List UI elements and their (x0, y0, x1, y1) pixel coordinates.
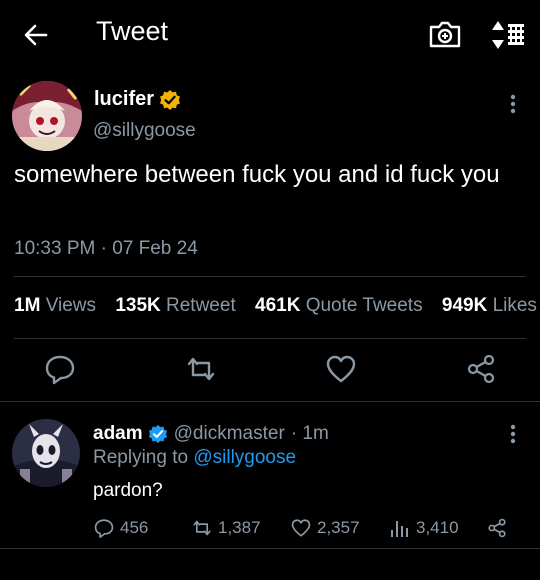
views-icon (391, 521, 408, 537)
more-options-icon[interactable] (504, 92, 522, 116)
reply-avatar[interactable] (12, 419, 80, 487)
reply-like-button[interactable]: 2,357 (290, 516, 360, 540)
like-icon[interactable] (324, 352, 358, 386)
replying-to: Replying to @sillygoose (93, 447, 296, 469)
reply-author-name[interactable]: adam (93, 423, 143, 445)
retweet-count: 1,387 (218, 518, 261, 537)
reply-count: 456 (120, 518, 149, 537)
verified-badge-icon (148, 424, 167, 444)
replying-to-label: Replying to (93, 447, 189, 468)
sort-icon[interactable] (490, 18, 526, 52)
reply-icon (94, 519, 114, 538)
tweet-text: somewhere between fuck you and id fuck y… (14, 161, 500, 188)
reply-time: · 1m (290, 423, 329, 444)
stat-views[interactable]: 1M Views (14, 295, 96, 316)
reply-reply-button[interactable]: 456 (93, 516, 148, 540)
back-arrow-icon[interactable] (22, 21, 50, 49)
camera-icon[interactable] (428, 19, 462, 49)
reply-author-handle[interactable]: @dickmaster (174, 423, 285, 445)
reply-retweet-button[interactable]: 1,387 (191, 516, 261, 540)
author-row: lucifer (94, 88, 181, 111)
stat-likes[interactable]: 949K Likes (442, 295, 537, 316)
share-icon[interactable] (464, 352, 498, 386)
divider (14, 276, 526, 277)
divider (14, 338, 526, 339)
page-title: Tweet (96, 16, 169, 46)
stats-row: 1M Views 135K Retweet 461K Quote Tweets … (14, 295, 540, 317)
top-bar: Tweet (0, 0, 540, 66)
author-name[interactable]: lucifer (94, 88, 154, 111)
reply-share-button[interactable] (486, 516, 513, 540)
share-icon (488, 518, 506, 538)
tweet-timestamp[interactable]: 10:33 PM · 07 Feb 24 (14, 238, 198, 260)
like-icon (291, 519, 311, 537)
reply-text: pardon? (93, 480, 163, 501)
more-options-icon[interactable] (504, 422, 522, 446)
replying-to-handle[interactable]: @sillygoose (193, 447, 296, 468)
reply-icon[interactable] (43, 352, 77, 386)
author-handle[interactable]: @sillygoose (93, 120, 196, 142)
like-count: 2,357 (317, 518, 360, 537)
retweet-icon (193, 520, 211, 536)
divider (0, 401, 540, 402)
avatar[interactable] (12, 81, 82, 151)
retweet-icon[interactable] (184, 352, 218, 386)
views-count: 3,410 (416, 518, 459, 537)
stat-quote-tweets[interactable]: 461K Quote Tweets (255, 295, 423, 316)
verified-badge-icon (160, 89, 181, 110)
stat-retweets[interactable]: 135K Retweet (115, 295, 235, 316)
divider (0, 548, 540, 549)
reply-views-button[interactable]: 3,410 (389, 516, 459, 540)
reply-header: adam @dickmaster · 1m (93, 423, 329, 445)
